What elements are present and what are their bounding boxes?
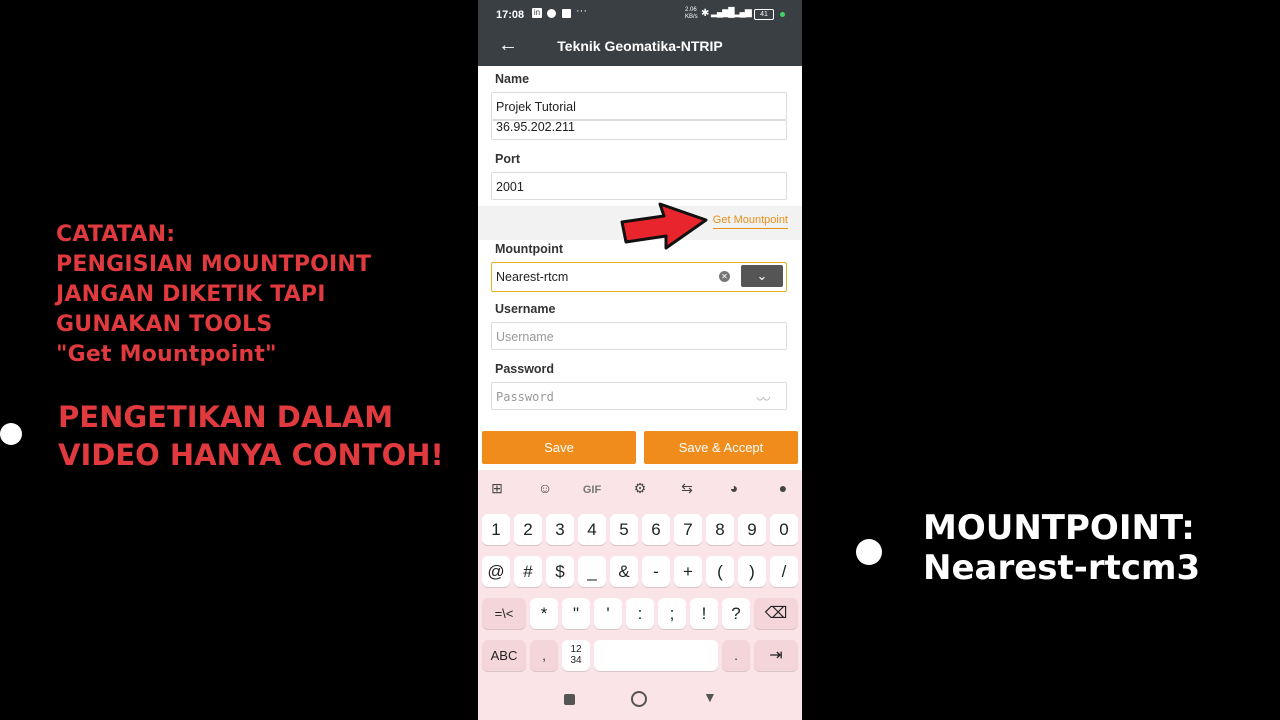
key[interactable]: !: [690, 598, 718, 629]
mic-icon[interactable]: ●: [771, 480, 795, 500]
note-line: VIDEO HANYA CONTOH!: [58, 438, 444, 472]
port-label: Port: [495, 152, 520, 166]
key[interactable]: :: [626, 598, 654, 629]
get-mountpoint-link[interactable]: Get Mountpoint: [712, 214, 788, 229]
back-triangle-icon[interactable]: ▼: [703, 689, 717, 705]
password-placeholder: Password: [496, 390, 554, 404]
phone-screen: 17:08 in ··· 2.06 KB/s ✱ ▂▄▆█▂▄▆ 41 Tekn…: [478, 0, 802, 720]
grid-icon[interactable]: ⊞: [485, 480, 509, 500]
key[interactable]: @: [482, 556, 510, 587]
period-key[interactable]: .: [722, 640, 750, 671]
key[interactable]: 5: [610, 514, 638, 545]
note-line: GUNAKAN TOOLS: [56, 312, 273, 337]
key[interactable]: -: [642, 556, 670, 587]
eye-hidden-icon[interactable]: ◡◡: [757, 390, 770, 403]
notification-icon: [547, 9, 556, 18]
recent-apps-icon[interactable]: [564, 694, 575, 705]
abc-key[interactable]: ABC: [482, 640, 526, 671]
enter-tab-icon[interactable]: ⇥: [754, 640, 798, 671]
key[interactable]: $: [546, 556, 574, 587]
back-arrow-icon[interactable]: ←: [498, 34, 518, 57]
page-title: Teknik Geomatika-NTRIP: [557, 38, 723, 54]
password-field[interactable]: Password ◡◡: [491, 382, 787, 410]
save-accept-button[interactable]: Save & Accept: [644, 431, 798, 464]
key[interactable]: 7: [674, 514, 702, 545]
key[interactable]: #: [514, 556, 542, 587]
status-bar: 17:08 in ··· 2.06 KB/s ✱ ▂▄▆█▂▄▆ 41: [478, 0, 802, 30]
key[interactable]: ": [562, 598, 590, 629]
key[interactable]: 0: [770, 514, 798, 545]
key[interactable]: ): [738, 556, 766, 587]
key[interactable]: 8: [706, 514, 734, 545]
space-key[interactable]: [594, 640, 718, 671]
translate-icon[interactable]: ⇆: [675, 480, 699, 500]
key[interactable]: ?: [722, 598, 750, 629]
numpad-key[interactable]: 12 34: [562, 640, 590, 671]
backspace-icon[interactable]: ⌫: [754, 598, 798, 629]
key[interactable]: 6: [642, 514, 670, 545]
app-bar: Teknik Geomatika-NTRIP ←: [478, 30, 802, 66]
key[interactable]: 2: [514, 514, 542, 545]
palette-icon[interactable]: ◕: [722, 480, 746, 500]
key[interactable]: ': [594, 598, 622, 629]
note-line: "Get Mountpoint": [56, 342, 277, 367]
active-dot-icon: [780, 12, 785, 17]
note-catatan: CATATAN: PENGISIAN MOUNTPOINT JANGAN DIK…: [56, 220, 371, 370]
password-label: Password: [495, 362, 555, 376]
bullet-dot: [0, 423, 22, 445]
note-line: PENGISIAN MOUNTPOINT: [56, 252, 372, 277]
username-label: Username: [495, 302, 556, 316]
name-field[interactable]: Projek Tutorial: [491, 92, 787, 120]
keyboard: ⊞ ☺ GIF ⚙ ⇆ ◕ ● 1234567890 @ # $ _ & - +() / =\…: [478, 470, 802, 720]
username-field[interactable]: Username: [491, 322, 787, 350]
key-row-numbers: 1234567890: [478, 514, 802, 545]
key-row-symbols-1: @ # $ _ & - +() /: [478, 556, 802, 587]
address-field[interactable]: 36.95.202.211: [491, 120, 787, 140]
note-warning: PENGETIKAN DALAM VIDEO HANYA CONTOH!: [58, 398, 444, 474]
key[interactable]: 9: [738, 514, 766, 545]
comma-key[interactable]: ,: [530, 640, 558, 671]
key[interactable]: _: [578, 556, 606, 587]
red-arrow-icon: [620, 202, 708, 250]
note-line: MOUNTPOINT:: [923, 508, 1195, 548]
key[interactable]: +: [674, 556, 702, 587]
save-button[interactable]: Save: [482, 431, 636, 464]
status-time: 17:08: [496, 9, 525, 21]
bullet-dot: [856, 539, 882, 565]
key[interactable]: ;: [658, 598, 686, 629]
home-icon[interactable]: [631, 691, 647, 707]
note-mountpoint: MOUNTPOINT: Nearest-rtcm3: [923, 508, 1200, 588]
note-line: Nearest-rtcm3: [923, 548, 1201, 588]
linkedin-icon: in: [532, 8, 542, 18]
gallery-icon: [562, 9, 571, 18]
key[interactable]: 1: [482, 514, 510, 545]
note-line: JANGAN DIKETIK TAPI: [56, 282, 326, 307]
mountpoint-label: Mountpoint: [495, 242, 564, 256]
battery-icon: 41: [754, 9, 774, 20]
net-speed: 2.06 KB/s: [685, 7, 698, 20]
key[interactable]: *: [530, 598, 558, 629]
note-line: CATATAN:: [56, 222, 176, 247]
mountpoint-value: Nearest-rtcm: [496, 270, 569, 284]
key[interactable]: /: [770, 556, 798, 587]
chevron-down-icon[interactable]: ⌄: [741, 265, 783, 287]
port-field[interactable]: 2001: [491, 172, 787, 200]
key[interactable]: 3: [546, 514, 574, 545]
key[interactable]: 4: [578, 514, 606, 545]
address-value: 36.95.202.211: [496, 120, 576, 134]
note-line: PENGETIKAN DALAM: [58, 400, 394, 434]
clear-icon[interactable]: ✕: [719, 271, 730, 282]
bluetooth-icon: ✱: [701, 8, 710, 19]
signal-icon: ▂▄▆█▂▄▆: [711, 7, 752, 17]
gif-icon[interactable]: GIF: [576, 480, 608, 500]
mountpoint-select[interactable]: Nearest-rtcm ✕ ⌄: [491, 262, 787, 292]
name-label: Name: [495, 72, 530, 86]
more-icon: ···: [576, 5, 587, 17]
gear-icon[interactable]: ⚙: [628, 480, 652, 500]
key[interactable]: (: [706, 556, 734, 587]
key[interactable]: &: [610, 556, 638, 587]
sticker-icon[interactable]: ☺: [533, 480, 557, 500]
